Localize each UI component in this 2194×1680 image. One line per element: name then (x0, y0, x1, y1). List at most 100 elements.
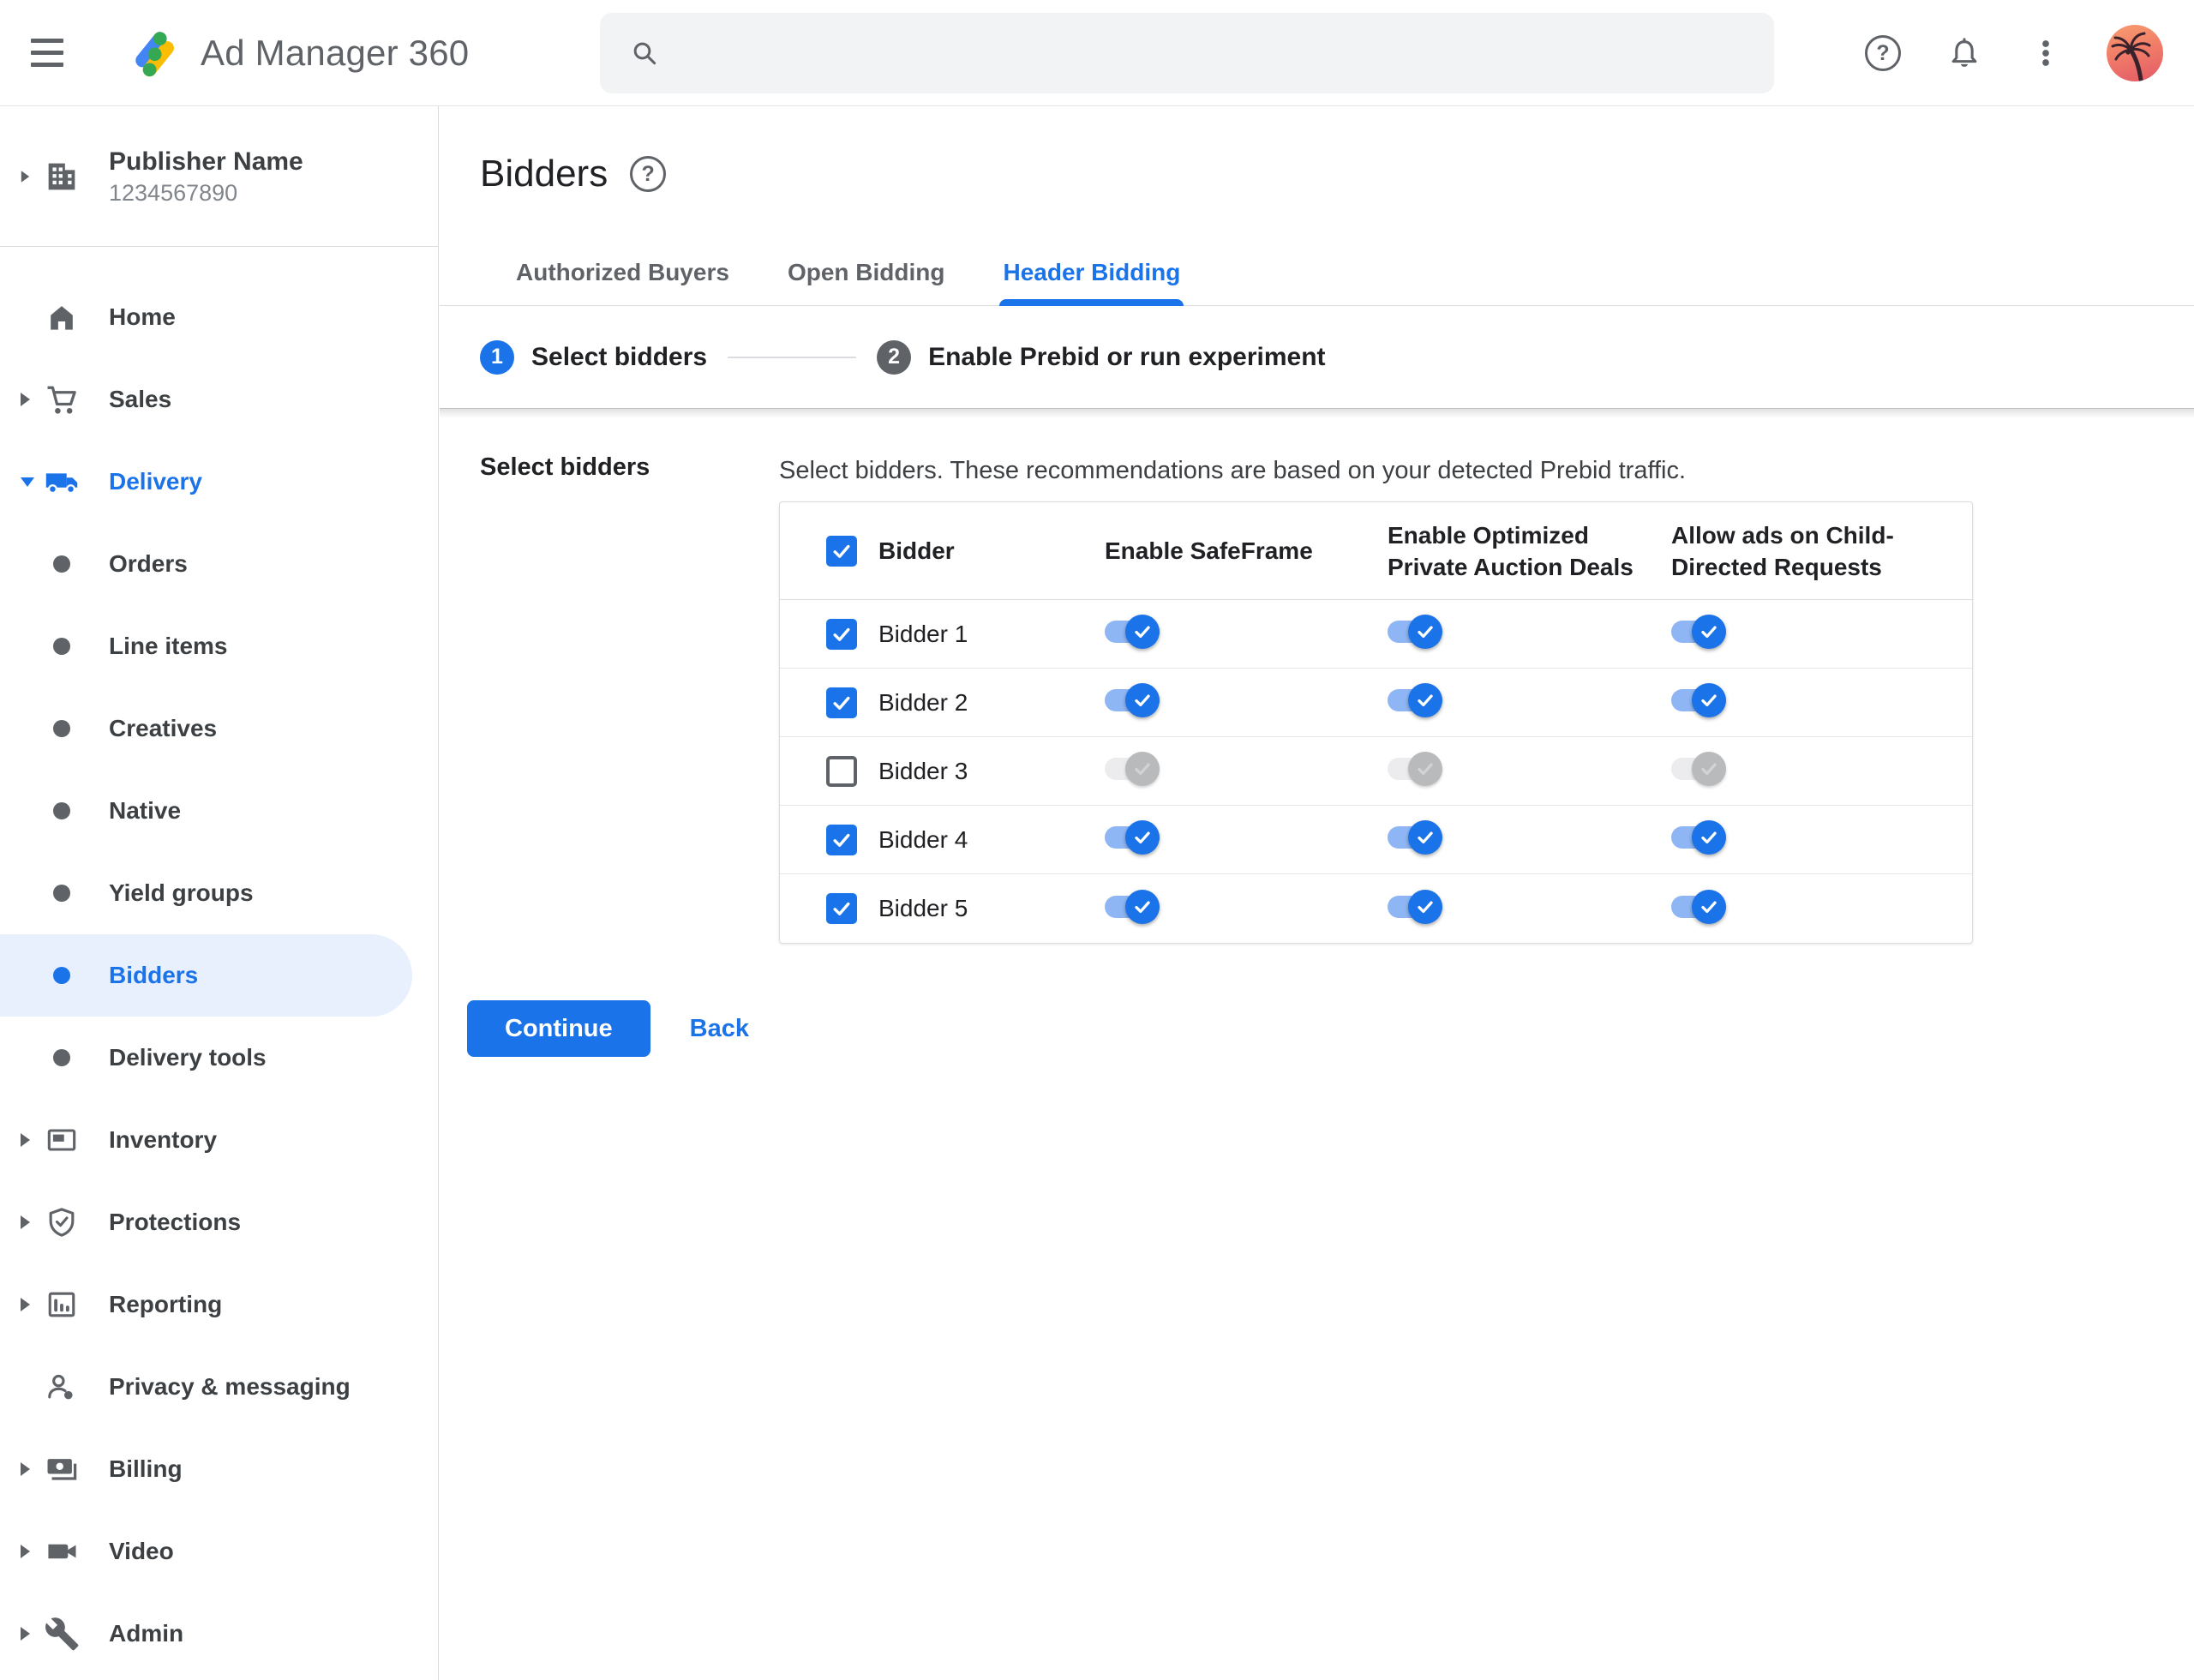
step-1: 1 Select bidders (480, 339, 707, 375)
sidebar-item-sales[interactable]: Sales (0, 358, 438, 441)
account-avatar[interactable] (2107, 25, 2163, 81)
chevron-right-icon (21, 393, 30, 406)
page-help-icon[interactable]: ? (630, 156, 667, 192)
sidebar-item-orders[interactable]: Orders (0, 523, 438, 605)
publisher-name: Publisher Name (109, 147, 303, 176)
publisher-switcher[interactable]: Publisher Name 1234567890 (0, 106, 438, 247)
sidebar-item-home[interactable]: Home (0, 276, 438, 358)
sidebar-item-protections[interactable]: Protections (0, 1181, 438, 1263)
row-checkbox[interactable] (826, 893, 857, 924)
safeframe-toggle[interactable] (1105, 819, 1160, 855)
sidebar-item-bidders[interactable]: Bidders (0, 934, 412, 1017)
chevron-down-icon (21, 477, 34, 487)
bidder-name: Bidder 1 (878, 620, 968, 647)
optimized-deals-toggle[interactable] (1388, 682, 1442, 718)
column-header-bidder: Bidder (878, 537, 955, 564)
wrench-icon (41, 1613, 82, 1654)
sidebar-item-delivery-tools[interactable]: Delivery tools (0, 1017, 438, 1099)
step-1-number: 1 (480, 339, 514, 375)
cart-icon (41, 379, 82, 420)
row-checkbox[interactable] (826, 687, 857, 718)
three-dot-menu-icon (2042, 40, 2049, 66)
section-description: Select bidders. These recommendations ar… (779, 457, 1687, 484)
stepper: 1 Select bidders 2 Enable Prebid or run … (440, 306, 2194, 418)
page-title: Bidders (480, 153, 608, 195)
optimized-deals-toggle[interactable] (1388, 614, 1442, 650)
bullet-icon (53, 555, 70, 573)
app-header: Ad Manager 360 ? (0, 0, 2194, 106)
notifications-button[interactable] (1944, 33, 1985, 74)
sidebar-item-delivery[interactable]: Delivery (0, 441, 438, 523)
publisher-id: 1234567890 (109, 179, 238, 206)
tab-authorized-buyers[interactable]: Authorized Buyers (487, 239, 758, 305)
optimized-deals-toggle[interactable] (1388, 819, 1442, 855)
section-label: Select bidders (480, 453, 650, 481)
row-checkbox[interactable] (826, 618, 857, 650)
bidders-table: Bidder Enable SafeFrame Enable Optimized… (779, 501, 1973, 944)
palm-tree-avatar-icon (2111, 32, 2151, 81)
sidebar-item-yield-groups[interactable]: Yield groups (0, 852, 438, 934)
sidebar-item-billing[interactable]: Billing (0, 1428, 438, 1510)
step-connector (728, 356, 857, 358)
bullet-icon (53, 802, 70, 819)
sidebar: Publisher Name 1234567890 Home Sales Del… (0, 106, 439, 1680)
column-header-optimized-deals: Enable Optimized Private Auction Deals (1388, 521, 1634, 580)
sidebar-item-native[interactable]: Native (0, 770, 438, 852)
help-icon: ? (1865, 35, 1901, 71)
back-button[interactable]: Back (690, 1015, 749, 1043)
more-options-button[interactable] (2025, 33, 2066, 74)
row-checkbox[interactable] (826, 755, 857, 787)
table-row: Bidder 4 (780, 806, 1972, 874)
row-checkbox[interactable] (826, 824, 857, 855)
menu-button[interactable] (31, 29, 79, 77)
safeframe-toggle (1105, 751, 1160, 787)
sidebar-item-admin[interactable]: Admin (0, 1593, 438, 1675)
bullet-icon (53, 1049, 70, 1066)
child-directed-toggle[interactable] (1671, 819, 1726, 855)
bidder-name: Bidder 3 (878, 757, 968, 784)
table-header-row: Bidder Enable SafeFrame Enable Optimized… (780, 502, 1972, 600)
safeframe-toggle[interactable] (1105, 889, 1160, 925)
optimized-deals-toggle[interactable] (1388, 889, 1442, 925)
chevron-right-icon (21, 1627, 30, 1641)
inventory-icon (41, 1119, 82, 1161)
search-input[interactable] (680, 13, 1774, 93)
optimized-deals-toggle (1388, 751, 1442, 787)
column-header-child-directed: Allow ads on Child-Directed Requests (1671, 521, 1894, 580)
child-directed-toggle[interactable] (1671, 614, 1726, 650)
global-search[interactable] (600, 13, 1774, 93)
sidebar-item-reporting[interactable]: Reporting (0, 1263, 438, 1346)
continue-button[interactable]: Continue (467, 1000, 650, 1057)
child-directed-toggle[interactable] (1671, 889, 1726, 925)
sidebar-item-inventory[interactable]: Inventory (0, 1099, 438, 1181)
person-privacy-icon (41, 1366, 82, 1407)
select-all-checkbox[interactable] (826, 535, 857, 567)
tab-header-bidding[interactable]: Header Bidding (974, 239, 1209, 306)
step-2-label: Enable Prebid or run experiment (928, 342, 1326, 371)
chevron-right-icon (21, 1133, 30, 1147)
safeframe-toggle[interactable] (1105, 682, 1160, 718)
tab-open-bidding[interactable]: Open Bidding (758, 239, 974, 305)
child-directed-toggle (1671, 751, 1726, 787)
sidebar-item-line-items[interactable]: Line items (0, 605, 438, 687)
chevron-right-icon (21, 1215, 30, 1229)
building-icon (41, 156, 82, 197)
bidder-name: Bidder 5 (878, 895, 968, 921)
sidebar-item-privacy-messaging[interactable]: Privacy & messaging (0, 1346, 438, 1428)
bullet-icon (53, 885, 70, 902)
step-2: 2 Enable Prebid or run experiment (877, 339, 1326, 375)
payments-icon (41, 1449, 82, 1490)
sidebar-nav: Home Sales Delivery Orders Line items Cr… (0, 247, 438, 1675)
help-button[interactable]: ? (1862, 33, 1903, 74)
brand: Ad Manager 360 (127, 28, 469, 78)
bullet-icon (53, 720, 70, 737)
tab-bar: Authorized Buyers Open Bidding Header Bi… (440, 239, 2194, 306)
chevron-right-icon (21, 1462, 30, 1476)
ad-manager-logo-icon (135, 31, 174, 76)
bidder-name: Bidder 2 (878, 688, 968, 716)
sidebar-item-creatives[interactable]: Creatives (0, 687, 438, 770)
column-header-safeframe: Enable SafeFrame (1105, 537, 1313, 564)
child-directed-toggle[interactable] (1671, 682, 1726, 718)
safeframe-toggle[interactable] (1105, 614, 1160, 650)
sidebar-item-video[interactable]: Video (0, 1510, 438, 1593)
